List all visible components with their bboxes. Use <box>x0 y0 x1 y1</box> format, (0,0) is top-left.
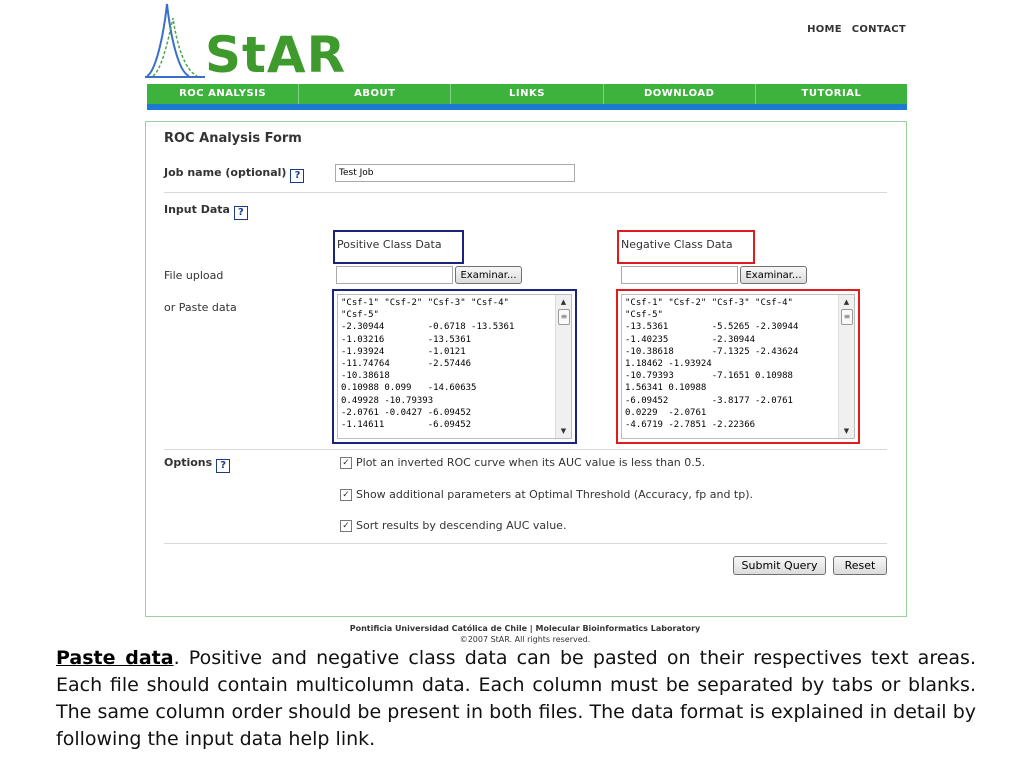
option-label: Show additional parameters at Optimal Th… <box>356 488 754 501</box>
checkbox-inverted-roc[interactable]: ✓ <box>340 456 352 469</box>
footer-copyright: ©2007 StAR. All rights reserved. <box>459 635 591 644</box>
nav-item-download[interactable]: DOWNLOAD <box>604 84 756 104</box>
footer-institution: Pontificia Universidad Católica de Chile… <box>349 624 701 633</box>
caption-body: . Positive and negative class data can b… <box>56 647 976 750</box>
scroll-down-icon[interactable]: ▼ <box>556 424 571 438</box>
slide-caption: Paste data. Positive and negative class … <box>56 645 976 753</box>
nav-item-roc-analysis[interactable]: ROC ANALYSIS <box>147 84 300 104</box>
home-link[interactable]: HOME <box>807 24 842 35</box>
nav-underline <box>147 104 907 110</box>
option-optimal-threshold: ✓ Show additional parameters at Optimal … <box>340 488 753 501</box>
options-label: Options? <box>164 456 231 473</box>
negative-browse-button[interactable]: Examinar... <box>740 266 807 284</box>
input-data-label: Input Data? <box>164 203 248 220</box>
main-nav: ROC ANALYSIS ABOUT LINKS DOWNLOAD TUTORI… <box>147 84 907 104</box>
negative-data-text: "Csf-1" "Csf-2" "Csf-3" "Csf-4" "Csf-5" … <box>625 298 799 431</box>
job-name-label: Job name (optional)? <box>164 166 305 183</box>
divider <box>164 543 887 544</box>
negative-file-input[interactable] <box>621 266 738 284</box>
logo-wordmark: StAR <box>205 26 347 84</box>
scroll-up-icon[interactable]: ▲ <box>556 295 571 309</box>
contact-link[interactable]: CONTACT <box>852 24 906 35</box>
nav-item-tutorial[interactable]: TUTORIAL <box>756 84 907 104</box>
submit-query-button[interactable]: Submit Query <box>733 556 826 575</box>
caption-lead: Paste data <box>56 647 174 669</box>
scroll-down-icon[interactable]: ▼ <box>839 424 854 438</box>
positive-class-heading: Positive Class Data <box>333 230 464 264</box>
file-upload-label: File upload <box>164 269 224 282</box>
option-label: Sort results by descending AUC value. <box>356 519 567 532</box>
input-data-help-icon[interactable]: ? <box>233 206 248 220</box>
reset-button[interactable]: Reset <box>833 556 887 575</box>
positive-textarea-frame: "Csf-1" "Csf-2" "Csf-3" "Csf-4" "Csf-5" … <box>332 289 577 444</box>
scroll-thumb[interactable]: ≡ <box>841 309 853 325</box>
positive-file-input[interactable] <box>336 266 453 284</box>
top-links: HOME CONTACT <box>801 24 906 35</box>
options-help-icon[interactable]: ? <box>216 459 231 473</box>
positive-data-text: "Csf-1" "Csf-2" "Csf-3" "Csf-4" "Csf-5" … <box>341 298 515 431</box>
job-name-input[interactable] <box>335 164 575 182</box>
option-inverted-roc: ✓ Plot an inverted ROC curve when its AU… <box>340 456 705 469</box>
option-sort-auc: ✓ Sort results by descending AUC value. <box>340 519 566 532</box>
nav-item-links[interactable]: LINKS <box>451 84 604 104</box>
nav-item-about[interactable]: ABOUT <box>299 84 452 104</box>
positive-browse-button[interactable]: Examinar... <box>455 266 522 284</box>
divider <box>164 192 887 193</box>
job-help-icon[interactable]: ? <box>290 169 305 183</box>
positive-scrollbar[interactable]: ▲ ≡ ▼ <box>555 295 571 438</box>
negative-textarea-frame: "Csf-1" "Csf-2" "Csf-3" "Csf-4" "Csf-5" … <box>616 289 860 444</box>
negative-class-heading: Negative Class Data <box>617 230 755 264</box>
paste-data-label: or Paste data <box>164 301 237 314</box>
negative-scrollbar[interactable]: ▲ ≡ ▼ <box>838 295 854 438</box>
positive-data-textarea[interactable]: "Csf-1" "Csf-2" "Csf-3" "Csf-4" "Csf-5" … <box>337 294 572 439</box>
divider <box>164 449 887 450</box>
form-title: ROC Analysis Form <box>164 131 302 146</box>
checkbox-sort-auc[interactable]: ✓ <box>340 519 352 532</box>
scroll-up-icon[interactable]: ▲ <box>839 295 854 309</box>
option-label: Plot an inverted ROC curve when its AUC … <box>356 456 706 469</box>
checkbox-optimal-threshold[interactable]: ✓ <box>340 488 352 501</box>
negative-data-textarea[interactable]: "Csf-1" "Csf-2" "Csf-3" "Csf-4" "Csf-5" … <box>621 294 855 439</box>
scroll-thumb[interactable]: ≡ <box>558 309 570 325</box>
